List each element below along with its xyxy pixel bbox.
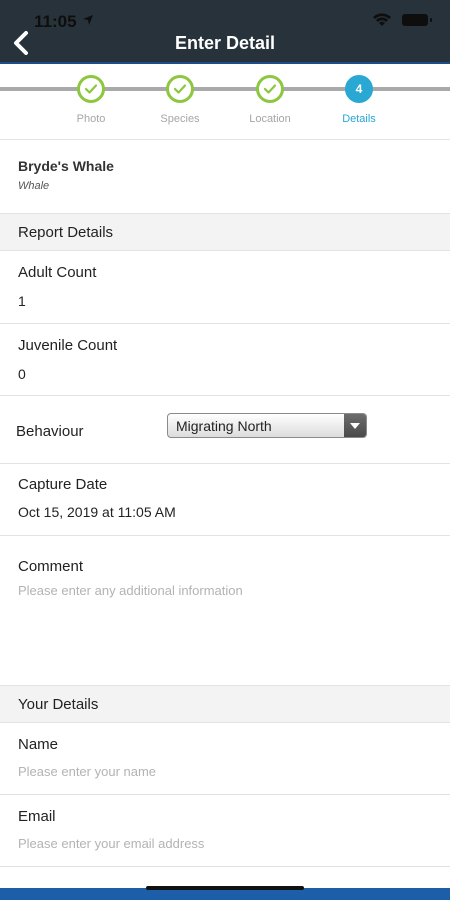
species-type: Whale [18, 180, 50, 192]
location-arrow-icon [83, 15, 93, 25]
step-location[interactable]: Location [225, 75, 315, 125]
adult-count-label: Adult Count [18, 264, 97, 281]
wifi-icon [373, 13, 391, 26]
your-details-header: Your Details [0, 685, 450, 723]
step-label-photo: Photo [76, 113, 106, 125]
status-indicators [372, 13, 432, 27]
species-name: Bryde's Whale [18, 158, 114, 174]
capture-date-field[interactable]: Capture Date Oct 15, 2019 at 11:05 AM [0, 464, 450, 536]
juvenile-count-label: Juvenile Count [18, 337, 118, 354]
step-label-location: Location [249, 113, 291, 125]
adult-count-value[interactable]: 1 [18, 293, 26, 309]
behaviour-select[interactable]: Migrating North [167, 413, 367, 438]
comment-field[interactable]: Comment Please enter any additional info… [0, 536, 450, 686]
juvenile-count-value[interactable]: 0 [18, 366, 26, 382]
behaviour-selected-value: Migrating North [176, 417, 272, 434]
dropdown-arrow-icon [344, 414, 366, 437]
status-time: 11:05 [34, 12, 77, 31]
section-title: Report Details [18, 224, 114, 241]
adult-count-field[interactable]: Adult Count 1 [0, 251, 450, 324]
section-title: Your Details [18, 696, 99, 713]
name-field[interactable]: Name Please enter your name [0, 723, 450, 795]
capture-date-value[interactable]: Oct 15, 2019 at 11:05 AM [18, 504, 176, 520]
top-navigation-bar: 11:05 Enter Detail [0, 0, 450, 64]
step-species[interactable]: Species [135, 75, 225, 125]
name-input[interactable]: Please enter your name [18, 764, 156, 779]
progress-stepper: Photo Species Location 4 Details [0, 64, 450, 140]
step-label-details: Details [342, 113, 376, 125]
step-number-badge: 4 [345, 75, 373, 103]
battery-icon [402, 14, 432, 26]
email-input[interactable]: Please enter your email address [18, 836, 204, 851]
behaviour-field: Behaviour Migrating North [0, 396, 450, 464]
comment-label: Comment [18, 558, 84, 575]
capture-date-label: Capture Date [18, 476, 108, 493]
juvenile-count-field[interactable]: Juvenile Count 0 [0, 324, 450, 396]
check-icon [77, 75, 105, 103]
step-details[interactable]: 4 Details [314, 75, 404, 125]
check-icon [166, 75, 194, 103]
home-indicator [146, 886, 304, 890]
report-details-header: Report Details [0, 213, 450, 251]
step-label-species: Species [160, 113, 200, 125]
page-title: Enter Detail [174, 33, 276, 53]
name-label: Name [18, 736, 59, 753]
email-label: Email [18, 808, 56, 825]
species-summary: Bryde's Whale Whale [0, 140, 450, 214]
check-icon [256, 75, 284, 103]
email-field[interactable]: Email Please enter your email address [0, 795, 450, 867]
comment-input[interactable]: Please enter any additional information [18, 583, 243, 598]
step-photo[interactable]: Photo [46, 75, 136, 125]
behaviour-label: Behaviour [16, 423, 84, 440]
